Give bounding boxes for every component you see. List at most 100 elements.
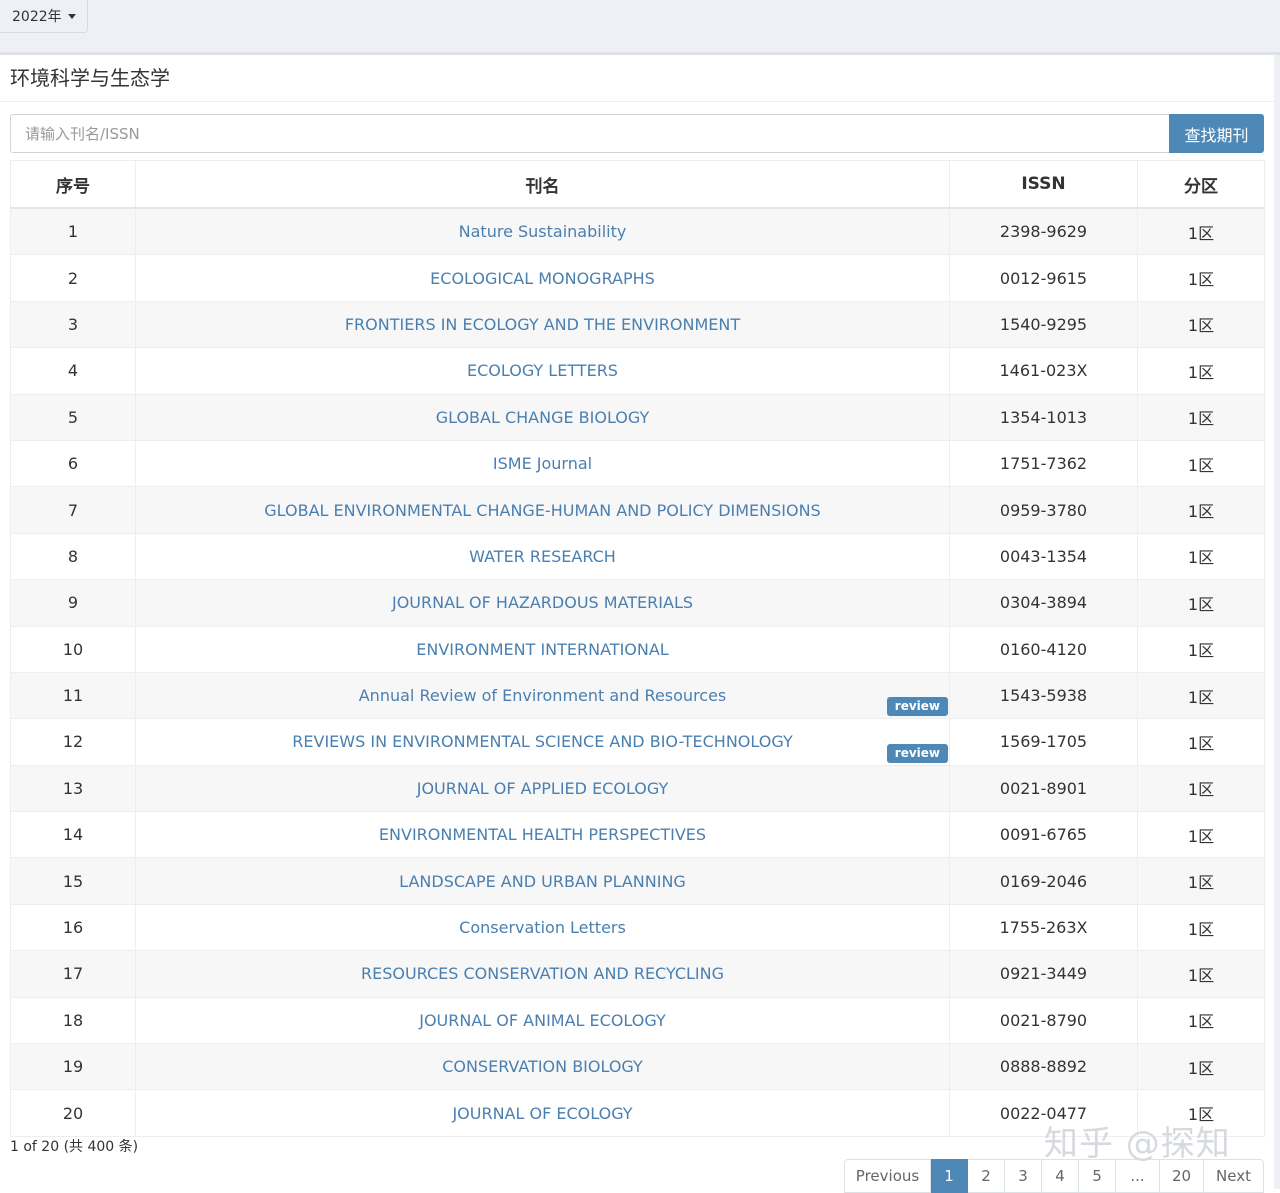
journal-link[interactable]: GLOBAL ENVIRONMENTAL CHANGE-HUMAN AND PO… xyxy=(264,501,820,520)
table-row: 2 ECOLOGICAL MONOGRAPHS 0012-9615 1区 xyxy=(10,254,1265,302)
journal-link[interactable]: REVIEWS IN ENVIRONMENTAL SCIENCE AND BIO… xyxy=(292,732,792,751)
row-name-cell: JOURNAL OF HAZARDOUS MATERIALS xyxy=(135,579,950,627)
journal-link[interactable]: Nature Sustainability xyxy=(459,222,627,241)
journal-link[interactable]: RESOURCES CONSERVATION AND RECYCLING xyxy=(361,964,724,983)
previous-page-button[interactable]: Previous xyxy=(844,1159,931,1193)
table-row: 8 WATER RESEARCH 0043-1354 1区 xyxy=(10,532,1265,581)
row-zone: 1区 xyxy=(1137,579,1265,627)
page-button[interactable]: 2 xyxy=(968,1159,1005,1193)
table-row: 3 FRONTIERS IN ECOLOGY AND THE ENVIRONMEN… xyxy=(10,300,1265,349)
table-row: 9 JOURNAL OF HAZARDOUS MATERIALS 0304-3894… xyxy=(10,579,1265,627)
page-summary: 1 of 20 (共 400 条) xyxy=(10,1139,139,1155)
row-zone: 1区 xyxy=(1137,950,1265,998)
table-row: 15 LANDSCAPE AND URBAN PLANNING 0169-2046 1… xyxy=(10,857,1265,905)
journal-link[interactable]: CONSERVATION BIOLOGY xyxy=(442,1057,643,1076)
caret-down-icon xyxy=(67,13,76,19)
search-input[interactable]: 请输入刊名/ISSN xyxy=(10,114,1170,153)
page-button[interactable]: 1 xyxy=(931,1159,968,1193)
journal-link[interactable]: FRONTIERS IN ECOLOGY AND THE ENVIRONMENT xyxy=(345,315,740,334)
row-issn: 2398-9629 xyxy=(949,207,1138,256)
row-issn: 0012-9615 xyxy=(949,254,1138,302)
row-issn: 0091-6765 xyxy=(949,811,1138,859)
row-zone: 1区 xyxy=(1137,439,1265,488)
table-row: 19 CONSERVATION BIOLOGY 0888-8892 1区 xyxy=(10,1043,1265,1091)
row-zone: 1区 xyxy=(1137,254,1265,302)
row-issn: 0304-3894 xyxy=(949,579,1138,627)
panel-edge xyxy=(1274,55,1280,1189)
journal-link[interactable]: ECOLOGICAL MONOGRAPHS xyxy=(430,269,655,288)
review-badge: review xyxy=(886,743,948,763)
row-zone: 1区 xyxy=(1137,347,1265,395)
row-index: 9 xyxy=(10,579,136,627)
table-row: 11 Annual Review of Environment and Resou… xyxy=(10,671,1265,720)
review-badge: review xyxy=(886,697,948,717)
page-button[interactable]: 3 xyxy=(1005,1159,1042,1193)
row-name-cell: Nature Sustainability xyxy=(135,207,950,256)
row-index: 19 xyxy=(10,1043,136,1091)
row-index: 18 xyxy=(10,996,136,1045)
row-issn: 1569-1705 xyxy=(949,718,1138,766)
journal-link[interactable]: ISME Journal xyxy=(493,454,592,473)
journal-link[interactable]: WATER RESEARCH xyxy=(469,547,616,566)
header-issn: ISSN xyxy=(949,160,1138,209)
row-index: 10 xyxy=(10,625,136,673)
year-dropdown[interactable]: 2022年 xyxy=(0,0,88,33)
header-zone: 分区 xyxy=(1137,160,1265,209)
row-index: 7 xyxy=(10,486,136,534)
table-header-row: 序号 刊名 ISSN 分区 xyxy=(10,160,1265,209)
row-issn: 0169-2046 xyxy=(949,857,1138,905)
journal-link[interactable]: ECOLOGY LETTERS xyxy=(467,361,618,380)
search-placeholder: 请输入刊名/ISSN xyxy=(25,125,140,143)
journal-link[interactable]: JOURNAL OF ANIMAL ECOLOGY xyxy=(419,1011,666,1030)
row-zone: 1区 xyxy=(1137,300,1265,349)
row-name-cell: Conservation Letters xyxy=(135,903,950,952)
journal-link[interactable]: LANDSCAPE AND URBAN PLANNING xyxy=(399,872,686,891)
journal-link[interactable]: Conservation Letters xyxy=(459,918,626,937)
table-row: 1 Nature Sustainability 2398-9629 1区 xyxy=(10,207,1265,256)
row-issn: 0021-8790 xyxy=(949,996,1138,1045)
row-name-cell: CONSERVATION BIOLOGY xyxy=(135,1043,950,1091)
row-issn: 1461-023X xyxy=(949,347,1138,395)
panel-title: 环境科学与生态学 xyxy=(10,66,170,90)
row-issn: 1543-5938 xyxy=(949,671,1138,720)
row-issn: 0021-8901 xyxy=(949,764,1138,813)
row-index: 11 xyxy=(10,671,136,720)
journal-table: 序号 刊名 ISSN 分区 1 Nature Sustainability 2398… xyxy=(10,160,1265,1137)
row-zone: 1区 xyxy=(1137,1043,1265,1091)
row-index: 5 xyxy=(10,393,136,441)
table-row: 12 REVIEWS IN ENVIRONMENTAL SCIENCE AND B… xyxy=(10,718,1265,766)
journal-link[interactable]: Annual Review of Environment and Resourc… xyxy=(359,686,727,705)
table-row: 16 Conservation Letters 1755-263X 1区 xyxy=(10,903,1265,952)
row-index: 13 xyxy=(10,764,136,813)
row-index: 2 xyxy=(10,254,136,302)
header-name: 刊名 xyxy=(135,160,950,209)
journal-link[interactable]: ENVIRONMENTAL HEALTH PERSPECTIVES xyxy=(379,825,706,844)
table-row: 5 GLOBAL CHANGE BIOLOGY 1354-1013 1区 xyxy=(10,393,1265,441)
row-zone: 1区 xyxy=(1137,532,1265,581)
table-row: 18 JOURNAL OF ANIMAL ECOLOGY 0021-8790 1区 xyxy=(10,996,1265,1045)
row-name-cell: GLOBAL ENVIRONMENTAL CHANGE-HUMAN AND PO… xyxy=(135,486,950,534)
row-zone: 1区 xyxy=(1137,625,1265,673)
row-name-cell: ECOLOGICAL MONOGRAPHS xyxy=(135,254,950,302)
row-name-cell: JOURNAL OF APPLIED ECOLOGY xyxy=(135,764,950,813)
journal-link[interactable]: JOURNAL OF ECOLOGY xyxy=(452,1104,632,1123)
row-name-cell: ENVIRONMENTAL HEALTH PERSPECTIVES xyxy=(135,811,950,859)
row-name-cell: Annual Review of Environment and Resourc… xyxy=(135,671,950,720)
row-issn: 1755-263X xyxy=(949,903,1138,952)
row-name-cell: FRONTIERS IN ECOLOGY AND THE ENVIRONMENT xyxy=(135,300,950,349)
row-name-cell: ENVIRONMENT INTERNATIONAL xyxy=(135,625,950,673)
table-row: 13 JOURNAL OF APPLIED ECOLOGY 0021-8901 1区 xyxy=(10,764,1265,813)
journal-link[interactable]: JOURNAL OF HAZARDOUS MATERIALS xyxy=(392,593,693,612)
table-row: 17 RESOURCES CONSERVATION AND RECYCLING 09… xyxy=(10,950,1265,998)
search-button[interactable]: 查找期刊 xyxy=(1169,114,1264,153)
row-zone: 1区 xyxy=(1137,671,1265,720)
header-divider xyxy=(0,52,1280,55)
table-row: 4 ECOLOGY LETTERS 1461-023X 1区 xyxy=(10,347,1265,395)
journal-table-body: 1 Nature Sustainability 2398-9629 1区 2 ECOLOG… xyxy=(10,207,1265,1137)
row-index: 14 xyxy=(10,811,136,859)
journal-link[interactable]: GLOBAL CHANGE BIOLOGY xyxy=(436,408,650,427)
journal-link[interactable]: JOURNAL OF APPLIED ECOLOGY xyxy=(417,779,669,798)
row-zone: 1区 xyxy=(1137,857,1265,905)
row-issn: 1751-7362 xyxy=(949,439,1138,488)
journal-link[interactable]: ENVIRONMENT INTERNATIONAL xyxy=(416,640,668,659)
